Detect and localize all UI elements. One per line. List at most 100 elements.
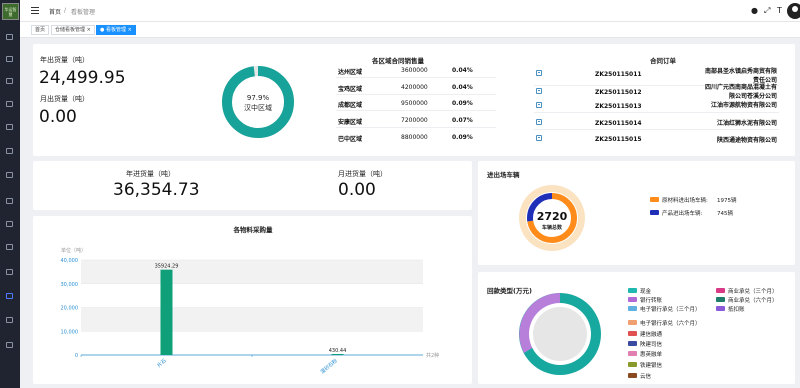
- legend-label[interactable]: 商业承兑（六个月）: [728, 296, 778, 304]
- payment-donut: [519, 293, 601, 375]
- font-size-icon[interactable]: T: [777, 7, 782, 15]
- legend-products-label: 产品进出场车辆:: [662, 211, 703, 217]
- menu-toggle-icon[interactable]: [31, 7, 39, 14]
- contract-company: 南部县圣水镇启秀商贸有限: [704, 68, 777, 75]
- close-icon[interactable]: ×: [87, 27, 91, 33]
- legend-label[interactable]: 建信融通: [640, 330, 662, 338]
- legend-swatch-raw: [650, 197, 659, 202]
- region-pct: 0.04%: [452, 67, 473, 74]
- tools-icon[interactable]: [6, 317, 13, 323]
- legend-swatch[interactable]: [628, 331, 637, 336]
- legend-swatch[interactable]: [628, 320, 637, 325]
- contracts-title: 合同订单: [650, 57, 676, 65]
- document-icon[interactable]: [536, 88, 542, 94]
- breadcrumb-current: 看板管理: [71, 9, 96, 16]
- month-out-value: 0.00: [39, 107, 77, 127]
- legend-swatch[interactable]: [628, 373, 637, 378]
- contract-code[interactable]: ZK250115015: [595, 136, 642, 143]
- legend-swatch[interactable]: [628, 341, 637, 346]
- region-name: 达州区域: [338, 69, 363, 76]
- divider: [336, 110, 496, 111]
- legend-label[interactable]: 商业承兑（三个月）: [728, 287, 778, 295]
- fullscreen-icon[interactable]: ⤢: [764, 7, 770, 15]
- legend-swatch[interactable]: [628, 362, 637, 367]
- sidebar: 华运智慧: [0, 0, 20, 388]
- grid-band: [81, 260, 423, 284]
- document-icon[interactable]: [536, 70, 542, 76]
- legend-swatch[interactable]: [716, 306, 725, 311]
- region-name: 巴中区域: [338, 136, 363, 143]
- document-icon[interactable]: [536, 119, 542, 125]
- legend-label[interactable]: 电子银行承兑（六个月）: [640, 319, 701, 327]
- legend-swatch[interactable]: [628, 288, 637, 293]
- legend-label[interactable]: 抵扣账: [728, 305, 745, 313]
- tab-storage-board[interactable]: 仓储看板管理 ×: [51, 25, 95, 35]
- breadcrumb-home[interactable]: 首页: [49, 7, 61, 16]
- legend-label[interactable]: 铁建银信: [640, 361, 662, 369]
- clipboard-icon[interactable]: [6, 221, 13, 227]
- settings-icon[interactable]: [6, 342, 13, 348]
- topbar: 首页 / 看板管理 ● ⤢ T ▼: [20, 0, 800, 22]
- contract-company: 江油红狮水泥有限公司: [716, 120, 777, 127]
- list-icon[interactable]: [6, 101, 13, 107]
- edit-icon[interactable]: [6, 198, 13, 204]
- contract-code[interactable]: ZK250115013: [595, 103, 642, 110]
- vehicles-donut: 2720 车辆总数: [519, 185, 585, 251]
- legend-swatch[interactable]: [628, 351, 637, 356]
- contract-code[interactable]: ZK250115011: [595, 71, 642, 78]
- legend-label[interactable]: 银行转账: [640, 296, 662, 304]
- grid-band: [81, 307, 423, 332]
- document-icon[interactable]: [536, 102, 542, 108]
- legend-swatch[interactable]: [628, 297, 637, 302]
- region-pct: 0.07%: [452, 117, 473, 124]
- x-tick-label: 片石: [156, 357, 168, 369]
- dashboard-icon[interactable]: [6, 293, 13, 299]
- avatar[interactable]: [787, 3, 800, 19]
- legend-raw-value: 1975辆: [717, 198, 737, 204]
- legend-label[interactable]: 惠英融单: [640, 350, 662, 358]
- donut-percent: 97.9%: [247, 94, 270, 102]
- legend-label[interactable]: 电子银行承兑（三个月）: [640, 305, 701, 313]
- region-name: 安康区域: [338, 119, 363, 126]
- document-icon[interactable]: [6, 78, 13, 84]
- region-pct: 0.09%: [452, 100, 473, 107]
- legend-label[interactable]: 陕建司信: [640, 340, 662, 348]
- monitor-icon[interactable]: [6, 269, 13, 275]
- contract-code[interactable]: ZK250115012: [595, 89, 642, 96]
- bar[interactable]: [160, 269, 173, 355]
- region-amount: 7200000: [401, 117, 428, 124]
- document-icon[interactable]: [536, 135, 542, 141]
- y-tick-label: 20,000: [61, 306, 79, 312]
- year-out-label: 年出货量（吨）: [40, 56, 89, 64]
- y-tick-label: 30,000: [61, 282, 79, 288]
- region-name: 成都区域: [338, 102, 363, 109]
- region-amount: 9500000: [401, 100, 428, 107]
- x-tick-label: 湿砂石粉: [319, 357, 339, 375]
- grid-icon[interactable]: [6, 172, 13, 178]
- legend-swatch[interactable]: [628, 306, 637, 311]
- summary-panel: 年出货量（吨） 24,499.95 月出货量（吨） 0.00 97.9% 汉中区…: [33, 44, 795, 156]
- year-in-label: 年进货量（吨）: [126, 170, 175, 178]
- vehicles-total-label: 车辆总数: [542, 224, 563, 231]
- year-in-value: 36,354.73: [113, 180, 200, 200]
- bar[interactable]: [331, 353, 344, 355]
- close-icon[interactable]: ×: [128, 27, 132, 33]
- home-icon[interactable]: [6, 34, 13, 40]
- tab-home[interactable]: 首页: [31, 25, 50, 35]
- bell-icon[interactable]: ●: [751, 7, 758, 15]
- tab-board-management[interactable]: ● 看板管理 ×: [96, 25, 136, 35]
- region-amount: 3600000: [401, 67, 428, 74]
- archive-icon[interactable]: [6, 148, 13, 154]
- contract-company: 四川广元西南商品混凝土有: [704, 84, 777, 91]
- bar-value-label: 35924.29: [155, 264, 179, 270]
- calendar-icon[interactable]: [6, 124, 13, 130]
- contract-code[interactable]: ZK250115014: [595, 120, 642, 127]
- warehouse-icon[interactable]: [6, 56, 13, 62]
- legend-swatch[interactable]: [716, 297, 725, 302]
- contract-company: 陕西通途物资有限公司: [716, 137, 777, 144]
- report-icon[interactable]: [6, 244, 13, 250]
- legend-label[interactable]: 云信: [640, 372, 651, 380]
- legend-swatch[interactable]: [716, 288, 725, 293]
- legend-label[interactable]: 现金: [640, 287, 651, 295]
- payment-panel: 回款类型(万元) 现金 商业承兑（三个月） 银行转账 商业承兑（六个月） 电子银行承兑（…: [478, 272, 795, 384]
